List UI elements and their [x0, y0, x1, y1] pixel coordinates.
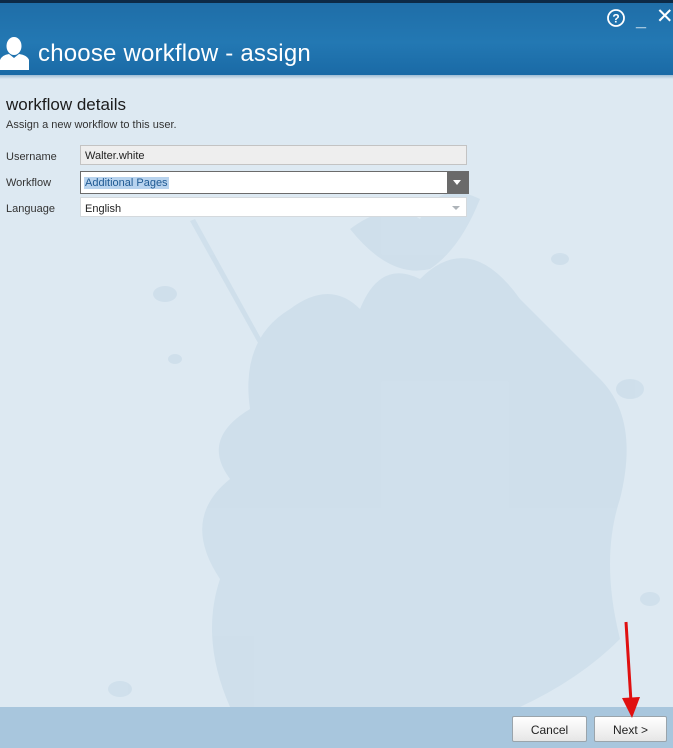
user-silhouette-icon — [0, 37, 29, 70]
dialog-window: choose workflow - assign ? _ ✕ workflow … — [0, 0, 673, 748]
username-label: Username — [6, 151, 57, 163]
language-select[interactable]: English — [80, 197, 467, 217]
language-label: Language — [6, 203, 55, 215]
cancel-button[interactable]: Cancel — [512, 716, 587, 742]
svg-text:?: ? — [612, 12, 619, 26]
section-title: workflow details — [6, 95, 126, 114]
workflow-select[interactable]: Additional Pages — [80, 171, 469, 194]
chevron-down-icon[interactable] — [447, 172, 468, 193]
close-icon[interactable]: ✕ — [656, 6, 673, 27]
next-button[interactable]: Next > — [594, 716, 667, 742]
username-field[interactable]: Walter.white — [80, 145, 467, 165]
language-selected-value: English — [85, 203, 122, 215]
section-description: Assign a new workflow to this user. — [6, 119, 177, 131]
workflow-selected-value: Additional Pages — [84, 177, 169, 189]
help-circle-icon[interactable]: ? — [606, 8, 626, 28]
chevron-down-icon[interactable] — [452, 206, 460, 210]
workflow-label: Workflow — [6, 177, 52, 189]
window-title: choose workflow - assign — [38, 40, 311, 67]
minimize-icon[interactable]: _ — [636, 10, 646, 30]
